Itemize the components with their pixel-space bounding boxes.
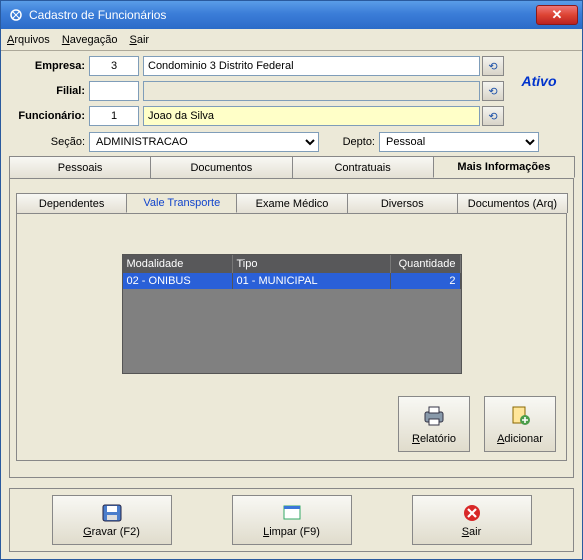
- col-tipo: Tipo: [233, 255, 391, 273]
- menu-sair[interactable]: Sair: [129, 34, 149, 46]
- titlebar: Cadastro de Funcionários ✕: [1, 1, 582, 29]
- add-document-icon: [506, 403, 534, 429]
- grid-body: 02 - ONIBUS 01 - MUNICIPAL 2: [123, 273, 461, 373]
- funcionario-name-field[interactable]: [143, 106, 480, 126]
- cell-quantidade: 2: [391, 273, 461, 289]
- empresa-lookup-button[interactable]: ⟲: [482, 56, 504, 76]
- tab-mais-informacoes[interactable]: Mais Informações: [433, 156, 575, 178]
- secao-select[interactable]: ADMINISTRACAO: [89, 132, 319, 152]
- subtab-documentos-arq[interactable]: Documentos (Arq): [457, 193, 568, 213]
- table-row[interactable]: 02 - ONIBUS 01 - MUNICIPAL 2: [123, 273, 461, 289]
- adicionar-label: Adicionar: [497, 433, 543, 445]
- subtab-exame-medico[interactable]: Exame Médico: [236, 193, 347, 213]
- depto-label: Depto:: [319, 136, 379, 148]
- status-badge: Ativo: [512, 73, 567, 89]
- limpar-label: Limpar (F9): [263, 526, 320, 538]
- app-window: Cadastro de Funcionários ✕ Arquivos Nave…: [0, 0, 583, 560]
- gravar-button[interactable]: Gravar (F2): [52, 495, 172, 545]
- menu-arquivos[interactable]: Arquivos: [7, 34, 50, 46]
- sair-button[interactable]: Sair: [412, 495, 532, 545]
- limpar-button[interactable]: Limpar (F9): [232, 495, 352, 545]
- col-modalidade: Modalidade: [123, 255, 233, 273]
- funcionario-id-field[interactable]: [89, 106, 139, 126]
- filial-name-field[interactable]: [143, 81, 480, 101]
- subtab-diversos[interactable]: Diversos: [347, 193, 458, 213]
- sair-label: Sair: [462, 526, 482, 538]
- grid-header: Modalidade Tipo Quantidade: [123, 255, 461, 273]
- subtab-vale-transporte[interactable]: Vale Transporte: [126, 193, 237, 213]
- empresa-id-field[interactable]: [89, 56, 139, 76]
- tab-documentos[interactable]: Documentos: [150, 156, 292, 178]
- tab-pessoais[interactable]: Pessoais: [9, 156, 151, 178]
- menu-navegacao[interactable]: Navegação: [62, 34, 118, 46]
- secao-label: Seção:: [9, 136, 89, 148]
- empresa-label: Empresa:: [9, 60, 89, 72]
- save-icon: [100, 502, 124, 524]
- app-icon: [9, 8, 23, 22]
- sub-tabs: Dependentes Vale Transporte Exame Médico…: [16, 193, 567, 213]
- filial-id-field[interactable]: [89, 81, 139, 101]
- lookup-icon: ⟲: [488, 110, 497, 123]
- tab-contratuais[interactable]: Contratuais: [292, 156, 434, 178]
- lookup-icon: ⟲: [488, 85, 497, 98]
- exit-icon: [460, 502, 484, 524]
- filial-lookup-button[interactable]: ⟲: [482, 81, 504, 101]
- tab-panel: Dependentes Vale Transporte Exame Médico…: [9, 178, 574, 478]
- empresa-name-field[interactable]: [143, 56, 480, 76]
- cell-modalidade: 02 - ONIBUS: [123, 273, 233, 289]
- funcionario-lookup-button[interactable]: ⟲: [482, 106, 504, 126]
- form-area: Empresa: ⟲ Filial: ⟲ Funcionário: [1, 51, 582, 482]
- menubar: Arquivos Navegação Sair: [1, 29, 582, 51]
- window-title: Cadastro de Funcionários: [29, 8, 536, 22]
- funcionario-label: Funcionário:: [9, 110, 89, 122]
- subtab-dependentes[interactable]: Dependentes: [16, 193, 127, 213]
- adicionar-button[interactable]: Adicionar: [484, 396, 556, 452]
- printer-icon: [420, 403, 448, 429]
- relatorio-button[interactable]: Relatório: [398, 396, 470, 452]
- col-quantidade: Quantidade: [391, 255, 461, 273]
- relatorio-label: Relatório: [412, 433, 456, 445]
- filial-label: Filial:: [9, 85, 89, 97]
- bottom-toolbar: Gravar (F2) Limpar (F9) Sair: [9, 488, 574, 552]
- vale-transporte-grid[interactable]: Modalidade Tipo Quantidade 02 - ONIBUS 0…: [122, 254, 462, 374]
- depto-select[interactable]: Pessoal: [379, 132, 539, 152]
- gravar-label: Gravar (F2): [83, 526, 140, 538]
- subtab-panel: Modalidade Tipo Quantidade 02 - ONIBUS 0…: [16, 213, 567, 461]
- lookup-icon: ⟲: [488, 60, 497, 73]
- close-button[interactable]: ✕: [536, 5, 578, 25]
- clear-icon: [280, 502, 304, 524]
- top-tabs: Pessoais Documentos Contratuais Mais Inf…: [9, 156, 574, 178]
- cell-tipo: 01 - MUNICIPAL: [233, 273, 391, 289]
